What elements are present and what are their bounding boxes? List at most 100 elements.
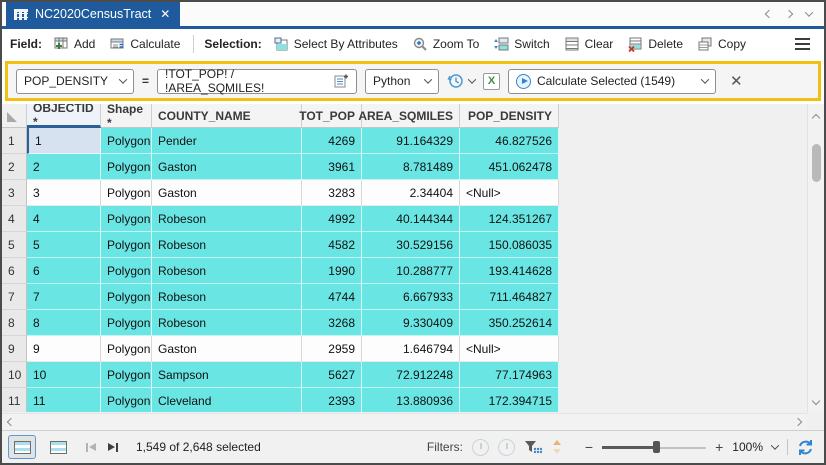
cell[interactable]: 8.781489 <box>362 154 460 180</box>
cell[interactable]: 9 <box>27 336 101 362</box>
cell[interactable]: 10 <box>27 362 101 388</box>
history-control[interactable] <box>447 72 477 90</box>
range-filter-icon[interactable] <box>497 438 515 456</box>
cell[interactable]: Polygon <box>101 206 152 232</box>
row-number[interactable]: 11 <box>2 388 27 412</box>
cell[interactable]: 1 <box>27 128 101 154</box>
cell[interactable]: Gaston <box>152 180 302 206</box>
tab-list-icon[interactable] <box>804 8 814 17</box>
column-header[interactable]: POP_DENSITY <box>460 104 559 128</box>
cell[interactable]: 72.912248 <box>362 362 460 388</box>
cell[interactable]: 4744 <box>302 284 362 310</box>
cell[interactable]: 6 <box>27 258 101 284</box>
cell[interactable]: 3961 <box>302 154 362 180</box>
tab-scroll-right-icon[interactable] <box>784 9 794 19</box>
cell[interactable]: Polygon <box>101 388 152 412</box>
cell[interactable]: 40.144344 <box>362 206 460 232</box>
time-filter-icon[interactable] <box>471 438 489 456</box>
table-view-button[interactable] <box>8 435 36 459</box>
cell[interactable]: 77.174963 <box>460 362 559 388</box>
cell[interactable]: 3268 <box>302 310 362 336</box>
cell[interactable]: 2393 <box>302 388 362 412</box>
calculate-selected-button[interactable]: Calculate Selected (1549) <box>508 68 717 94</box>
cell[interactable]: Polygon <box>101 284 152 310</box>
target-field-dropdown[interactable]: POP_DENSITY <box>16 68 134 94</box>
zoom-slider[interactable] <box>602 440 707 454</box>
row-number[interactable]: 10 <box>2 362 27 388</box>
scroll-right-icon[interactable] <box>793 417 803 427</box>
cell[interactable]: 9.330409 <box>362 310 460 336</box>
cell[interactable]: Polygon <box>101 128 152 154</box>
last-record-icon[interactable] <box>108 442 118 452</box>
cell[interactable]: 3 <box>27 180 101 206</box>
cell[interactable]: 1990 <box>302 258 362 284</box>
cell[interactable]: Polygon <box>101 362 152 388</box>
scroll-down-icon[interactable] <box>811 387 821 413</box>
delete-selection-button[interactable]: Delete <box>622 33 688 55</box>
cell[interactable]: Robeson <box>152 310 302 336</box>
cell[interactable]: Robeson <box>152 284 302 310</box>
cell[interactable]: 46.827526 <box>460 128 559 154</box>
cell[interactable]: 6.667933 <box>362 284 460 310</box>
cell[interactable]: 5627 <box>302 362 362 388</box>
first-record-icon[interactable] <box>86 442 96 452</box>
sort-icon[interactable] <box>551 439 563 455</box>
column-header[interactable]: COUNTY_NAME <box>152 104 302 128</box>
cell[interactable]: 711.464827 <box>460 284 559 310</box>
validate-expression-icon[interactable]: X <box>483 72 501 90</box>
cell[interactable]: 451.062478 <box>460 154 559 180</box>
cell[interactable]: 10.288777 <box>362 258 460 284</box>
scroll-up-icon[interactable] <box>811 104 821 130</box>
vertical-scroll-thumb[interactable] <box>811 144 821 182</box>
cell[interactable]: Gaston <box>152 154 302 180</box>
select-all-corner[interactable] <box>2 104 27 128</box>
cell[interactable]: 1.646794 <box>362 336 460 362</box>
cell[interactable]: 30.529156 <box>362 232 460 258</box>
column-header[interactable]: Shape * <box>101 104 152 130</box>
cell[interactable]: 4582 <box>302 232 362 258</box>
cell[interactable]: 91.164329 <box>362 128 460 154</box>
cell[interactable]: 4992 <box>302 206 362 232</box>
attribute-filter-icon[interactable] <box>524 439 542 455</box>
scroll-left-icon[interactable] <box>6 417 16 427</box>
cell[interactable]: 11 <box>27 388 101 412</box>
cell[interactable]: Polygon <box>101 154 152 180</box>
cell[interactable]: <Null> <box>460 336 559 362</box>
cell[interactable]: Polygon <box>101 310 152 336</box>
expression-input[interactable]: !TOT_POP! / !AREA_SQMILES! <box>157 67 358 95</box>
zoom-slider-thumb[interactable] <box>653 441 661 453</box>
row-number[interactable]: 4 <box>2 206 27 232</box>
cell[interactable]: 13.880936 <box>362 388 460 412</box>
cell[interactable]: Polygon <box>101 258 152 284</box>
row-number[interactable]: 3 <box>2 180 27 206</box>
cell[interactable]: 2959 <box>302 336 362 362</box>
cell[interactable]: 150.086035 <box>460 232 559 258</box>
language-dropdown[interactable]: Python <box>365 68 440 94</box>
column-header[interactable]: OBJECTID * <box>27 104 101 129</box>
cell[interactable]: 350.252614 <box>460 310 559 336</box>
row-number[interactable]: 5 <box>2 232 27 258</box>
cell[interactable]: 7 <box>27 284 101 310</box>
switch-selection-button[interactable]: Switch <box>488 33 554 55</box>
cell[interactable]: <Null> <box>460 180 559 206</box>
row-number[interactable]: 9 <box>2 336 27 362</box>
cell[interactable]: Pender <box>152 128 302 154</box>
horizontal-scrollbar[interactable] <box>2 413 807 430</box>
toolbar-menu-icon[interactable] <box>789 34 816 55</box>
add-field-button[interactable]: Add <box>48 33 100 55</box>
tab-scroll-left-icon[interactable] <box>764 9 774 19</box>
select-by-attributes-button[interactable]: Select By Attributes <box>268 33 403 55</box>
cell[interactable]: Polygon <box>101 232 152 258</box>
cell[interactable]: 3283 <box>302 180 362 206</box>
cell[interactable]: Robeson <box>152 258 302 284</box>
zoom-in-icon[interactable]: + <box>715 439 723 455</box>
refresh-icon[interactable] <box>797 439 814 456</box>
cell[interactable]: 2 <box>27 154 101 180</box>
zoom-level-dropdown-icon[interactable] <box>770 441 780 450</box>
zoom-out-icon[interactable]: − <box>585 439 593 455</box>
cell[interactable]: 172.394715 <box>460 388 559 412</box>
zoom-level-value[interactable]: 100% <box>732 440 763 454</box>
column-header[interactable]: TOT_POP <box>299 104 362 128</box>
cell[interactable]: 2.34404 <box>362 180 460 206</box>
cell[interactable]: Sampson <box>152 362 302 388</box>
